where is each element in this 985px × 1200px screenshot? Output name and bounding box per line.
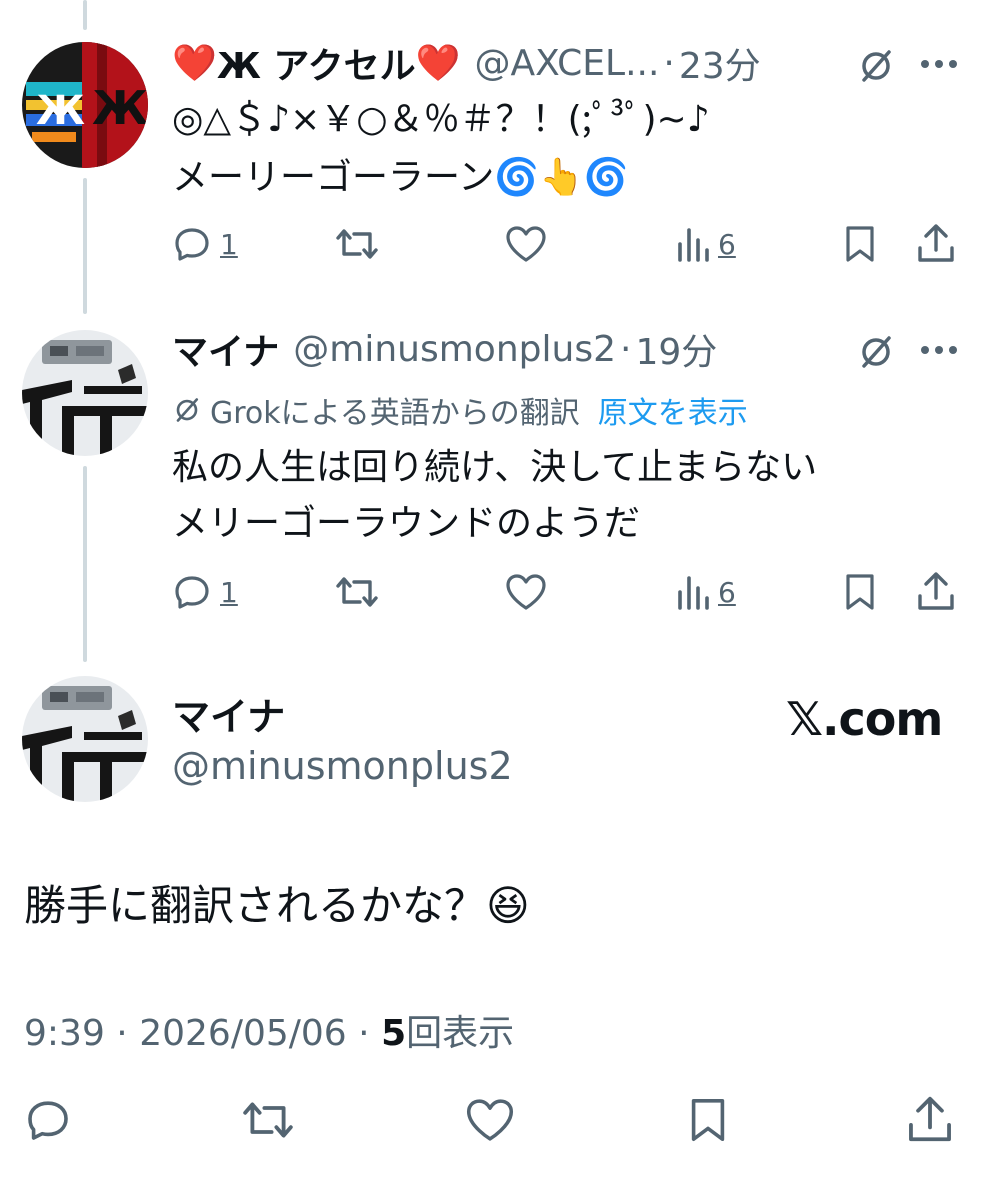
tweet-header-1: ❤️ Ж アクセル ❤️ @AXCEL... · 23分 — [172, 38, 761, 88]
bookmark-button[interactable] — [842, 572, 878, 612]
tweet-text-line: 私の人生は回り続け、決して止まらない — [172, 447, 818, 488]
svg-text:Ж: Ж — [92, 81, 148, 135]
user-handle[interactable]: @minusmonplus2 — [293, 329, 616, 370]
share-button[interactable] — [916, 222, 956, 264]
reply-count: 1 — [220, 575, 238, 609]
tweet-time[interactable]: 9:39 — [24, 1013, 105, 1054]
bookmark-icon — [691, 1099, 725, 1141]
more-icon[interactable] — [918, 56, 960, 76]
like-button[interactable] — [504, 572, 548, 612]
heart-emoji: ❤️ — [415, 43, 461, 84]
repost-button[interactable] — [334, 572, 380, 612]
view-label: 回表示 — [406, 1013, 515, 1054]
display-name[interactable]: Ж アクセル — [217, 37, 416, 89]
tweet-text-line: メーリーゴーラーン🌀👆🌀 — [172, 157, 629, 198]
share-icon — [918, 572, 954, 610]
tweet-text-line: メリーゴーラウンドのようだ — [172, 503, 641, 544]
thread-line-2 — [83, 466, 87, 662]
repost-button[interactable] — [334, 224, 380, 264]
like-icon — [506, 226, 546, 262]
views-icon — [678, 576, 709, 610]
repost-icon — [336, 577, 378, 607]
translation-notice: Grokによる英語からの翻訳 原文を表示 — [172, 388, 748, 432]
reply-button[interactable]: 1 — [172, 224, 238, 264]
tweet-text: 勝手に翻訳されるかな？😆 — [24, 881, 530, 930]
grok-icon[interactable] — [856, 332, 896, 376]
tweet-date[interactable]: 2026/05/06 — [139, 1013, 347, 1054]
like-icon — [506, 574, 546, 610]
like-icon — [466, 1099, 514, 1141]
tweet-meta: 9:39 · 2026/05/06 · 5回表示 — [24, 1004, 514, 1056]
display-name[interactable]: マイナ — [172, 686, 285, 741]
show-original-link[interactable]: 原文を表示 — [598, 388, 748, 432]
grok-icon — [176, 398, 199, 422]
bookmark-icon — [846, 574, 874, 610]
reply-button[interactable]: 1 — [172, 572, 238, 612]
avatar-main[interactable] — [22, 676, 148, 802]
repost-button[interactable] — [240, 1096, 296, 1144]
repost-icon — [336, 229, 378, 259]
share-button[interactable] — [916, 570, 956, 612]
bookmark-icon — [846, 226, 874, 262]
separator: · — [663, 42, 675, 84]
share-icon — [909, 1096, 951, 1142]
thread-line-1 — [83, 178, 87, 314]
avatar-axcel[interactable]: Ж Ж — [22, 42, 148, 168]
separator: · — [358, 1013, 370, 1054]
tweet-text-line: ◎△＄♪×￥○＆％＃？！(;ﾟ³ﾟ)~♪ — [172, 99, 710, 140]
tweet-header-2: マイナ @minusmonplus2 · 19分 — [172, 324, 717, 374]
reply-count: 1 — [220, 227, 238, 261]
user-handle[interactable]: @minusmonplus2 — [172, 744, 513, 788]
separator: · — [116, 1013, 128, 1054]
translation-label: Grokによる英語からの翻訳 — [210, 396, 580, 431]
thread-line-top — [83, 0, 87, 30]
reply-icon — [175, 228, 209, 261]
share-icon — [918, 224, 954, 262]
views-icon — [678, 228, 709, 262]
view-count: 5 — [381, 1013, 407, 1054]
separator: · — [619, 328, 632, 370]
reply-icon — [28, 1101, 68, 1140]
like-button[interactable] — [464, 1096, 516, 1144]
repost-icon — [243, 1102, 293, 1138]
views-button[interactable]: 6 — [676, 572, 736, 612]
user-handle[interactable]: @AXCEL... — [474, 43, 659, 84]
view-count: 6 — [718, 227, 736, 261]
view-count: 6 — [718, 575, 736, 609]
grok-icon[interactable] — [856, 46, 896, 90]
timestamp[interactable]: 23分 — [679, 37, 761, 89]
views-button[interactable]: 6 — [676, 224, 736, 264]
more-icon[interactable] — [918, 342, 960, 362]
svg-text:Ж: Ж — [36, 88, 85, 134]
like-button[interactable] — [504, 224, 548, 264]
timestamp[interactable]: 19分 — [635, 323, 717, 375]
reply-button[interactable] — [24, 1096, 72, 1144]
share-button[interactable] — [906, 1094, 954, 1144]
avatar-minusmonplus2[interactable] — [22, 330, 148, 456]
heart-emoji: ❤️ — [172, 43, 217, 84]
reply-icon — [175, 576, 209, 609]
bookmark-button[interactable] — [842, 224, 878, 264]
x-logo: 𝕏.com — [786, 692, 943, 746]
display-name[interactable]: マイナ — [172, 323, 279, 375]
bookmark-button[interactable] — [686, 1096, 730, 1144]
